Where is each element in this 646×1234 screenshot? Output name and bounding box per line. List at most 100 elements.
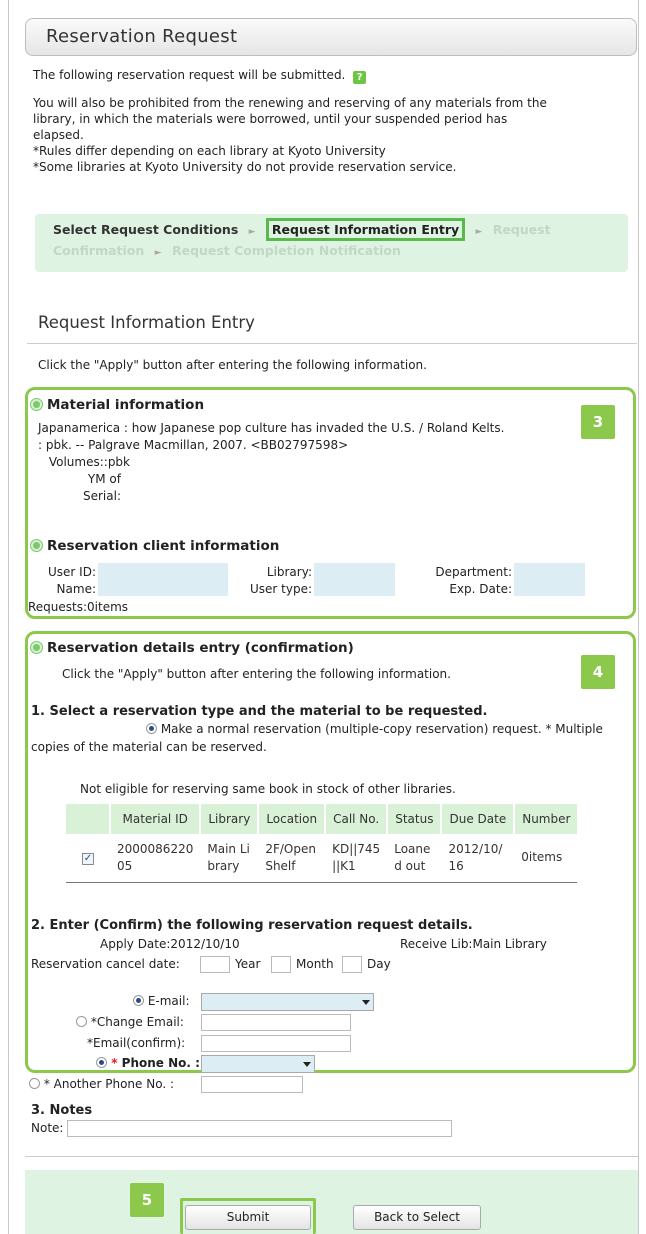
- notice-block: You will also be prohibited from the ren…: [33, 95, 623, 175]
- step-indicator: Select Request Conditions ► Request Info…: [35, 214, 628, 272]
- phone-label: Phone No. :: [121, 1056, 200, 1070]
- normal-reservation-option[interactable]: Make a normal reservation (multiple-copy…: [146, 722, 603, 736]
- step-arrow-icon: ►: [154, 248, 162, 258]
- section-divider: [27, 343, 637, 344]
- details-instruction: Click the "Apply" button after entering …: [62, 667, 451, 681]
- exp-date-label: Exp. Date:: [449, 582, 512, 596]
- footer-divider: [25, 1156, 638, 1157]
- notice-line: You will also be prohibited from the ren…: [33, 96, 547, 110]
- name-label: Name:: [56, 582, 96, 596]
- cancel-month-input[interactable]: [271, 956, 291, 973]
- cancel-year-input[interactable]: [200, 956, 230, 973]
- client-labels-right: Department: Exp. Date:: [410, 564, 512, 598]
- step1-title: 1. Select a reservation type and the mat…: [31, 704, 488, 719]
- another-phone-radio[interactable]: [29, 1078, 40, 1089]
- email-radio[interactable]: [133, 995, 144, 1006]
- back-to-select-button[interactable]: Back to Select: [353, 1205, 481, 1230]
- email-label: E-mail:: [147, 994, 190, 1008]
- material-info-heading: Material information: [31, 397, 204, 413]
- table-header: Number: [514, 804, 578, 834]
- page-title: Reservation Request: [46, 26, 238, 47]
- client-labels-left: User ID: Name:: [28, 564, 96, 598]
- callout-badge-5: 5: [130, 1183, 164, 1217]
- department-exp-value: [514, 563, 585, 596]
- user-type-label: User type:: [249, 582, 312, 596]
- step-request-confirmation: Request: [492, 222, 551, 237]
- library-usertype-value: [314, 563, 395, 596]
- user-id-label: User ID:: [48, 565, 96, 579]
- footer-action-bar: [25, 1170, 638, 1234]
- status-cell: Loane d out: [387, 834, 442, 883]
- notes-title: 3. Notes: [31, 1103, 93, 1118]
- email-confirm-label: *Email(confirm):: [87, 1036, 186, 1050]
- requests-count: Requests:0items: [28, 600, 129, 614]
- table-header-select: [66, 804, 111, 834]
- step-completion-notification: Request Completion Notification: [171, 243, 401, 258]
- email-confirm-input[interactable]: [201, 1035, 351, 1052]
- section-instruction: Click the "Apply" button after entering …: [38, 358, 427, 372]
- library-label: Library:: [266, 565, 312, 579]
- client-labels-mid: Library: User type:: [232, 564, 312, 598]
- apply-date: Apply Date:2012/10/10: [100, 937, 240, 951]
- callout-badge-4: 4: [581, 655, 615, 689]
- material-info-body: Japanamerica : how Japanese pop culture …: [38, 420, 504, 454]
- submit-button[interactable]: Submit: [185, 1205, 311, 1230]
- notice-line: *Rules differ depending on each library …: [33, 144, 386, 158]
- cancel-date-label: Reservation cancel date:: [31, 957, 180, 971]
- material-select-checkbox[interactable]: ✓: [82, 853, 94, 866]
- page-frame-right: [638, 0, 639, 1234]
- step-arrow-icon: ►: [248, 227, 256, 237]
- library-cell: Main Li brary: [200, 834, 259, 883]
- due-date-cell: 2012/10/ 16: [441, 834, 515, 883]
- phone-radio[interactable]: [96, 1057, 107, 1068]
- table-header: Location: [258, 804, 327, 834]
- change-email-input[interactable]: [201, 1014, 351, 1031]
- table-header: Material ID: [110, 804, 202, 834]
- user-name-value: [98, 563, 228, 596]
- bullet-icon: [31, 540, 42, 551]
- phone-row: * Phone No. :: [96, 1056, 200, 1070]
- step-arrow-icon: ►: [475, 227, 483, 237]
- phone-select[interactable]: [201, 1055, 315, 1073]
- page-title-bar: Reservation Request: [25, 18, 637, 56]
- another-phone-input[interactable]: [201, 1076, 303, 1093]
- location-cell: 2F/Open Shelf: [258, 834, 326, 883]
- volumes-value: pbk: [107, 455, 130, 469]
- bullet-icon: [31, 399, 42, 410]
- notice-line: library, in which the materials were bor…: [33, 112, 508, 126]
- details-heading: Reservation details entry (confirmation): [31, 640, 354, 656]
- material-table: Material ID Library Location Call No. St…: [66, 804, 578, 883]
- step-request-confirmation-cont: Confirmation: [53, 243, 145, 258]
- step2-title: 2. Enter (Confirm) the following reserva…: [31, 918, 473, 933]
- step-select-conditions: Select Request Conditions: [53, 222, 239, 237]
- receive-library: Receive Lib:Main Library: [400, 937, 547, 951]
- notice-line: elapsed.: [33, 128, 84, 142]
- material-title: Japanamerica : how Japanese pop culture …: [38, 421, 505, 435]
- note-input[interactable]: [67, 1120, 452, 1137]
- change-email-label: *Change Email:: [90, 1015, 184, 1029]
- section-heading: Request Information Entry: [38, 313, 255, 332]
- material-id-cell: 2000086220 05: [110, 834, 201, 883]
- page-frame-left: [8, 0, 9, 1234]
- table-header: Call No.: [325, 804, 389, 834]
- intro-text: The following reservation request will b…: [33, 67, 623, 84]
- email-select[interactable]: [201, 993, 374, 1011]
- ym-serial-label: YM of Serial:: [83, 472, 121, 503]
- day-label: Day: [367, 957, 391, 971]
- number-cell: 0items: [514, 834, 578, 883]
- another-phone-row: * Another Phone No. :: [29, 1077, 174, 1091]
- required-star-icon: *: [111, 1056, 118, 1070]
- call-no-cell: KD||745 ||K1: [325, 834, 388, 883]
- year-label: Year: [235, 957, 261, 971]
- table-header-row: Material ID Library Location Call No. St…: [66, 804, 578, 834]
- help-icon[interactable]: ?: [353, 71, 367, 84]
- notice-line: *Some libraries at Kyoto University do n…: [33, 160, 457, 174]
- change-email-radio[interactable]: [76, 1016, 87, 1027]
- month-label: Month: [296, 957, 334, 971]
- note-label: Note:: [31, 1121, 64, 1135]
- change-email-row: *Change Email:: [76, 1015, 184, 1029]
- step-request-info-entry: Request Information Entry: [265, 218, 466, 241]
- cancel-day-input[interactable]: [342, 956, 362, 973]
- email-row: E-mail:: [133, 994, 190, 1008]
- normal-reservation-radio[interactable]: [146, 723, 157, 734]
